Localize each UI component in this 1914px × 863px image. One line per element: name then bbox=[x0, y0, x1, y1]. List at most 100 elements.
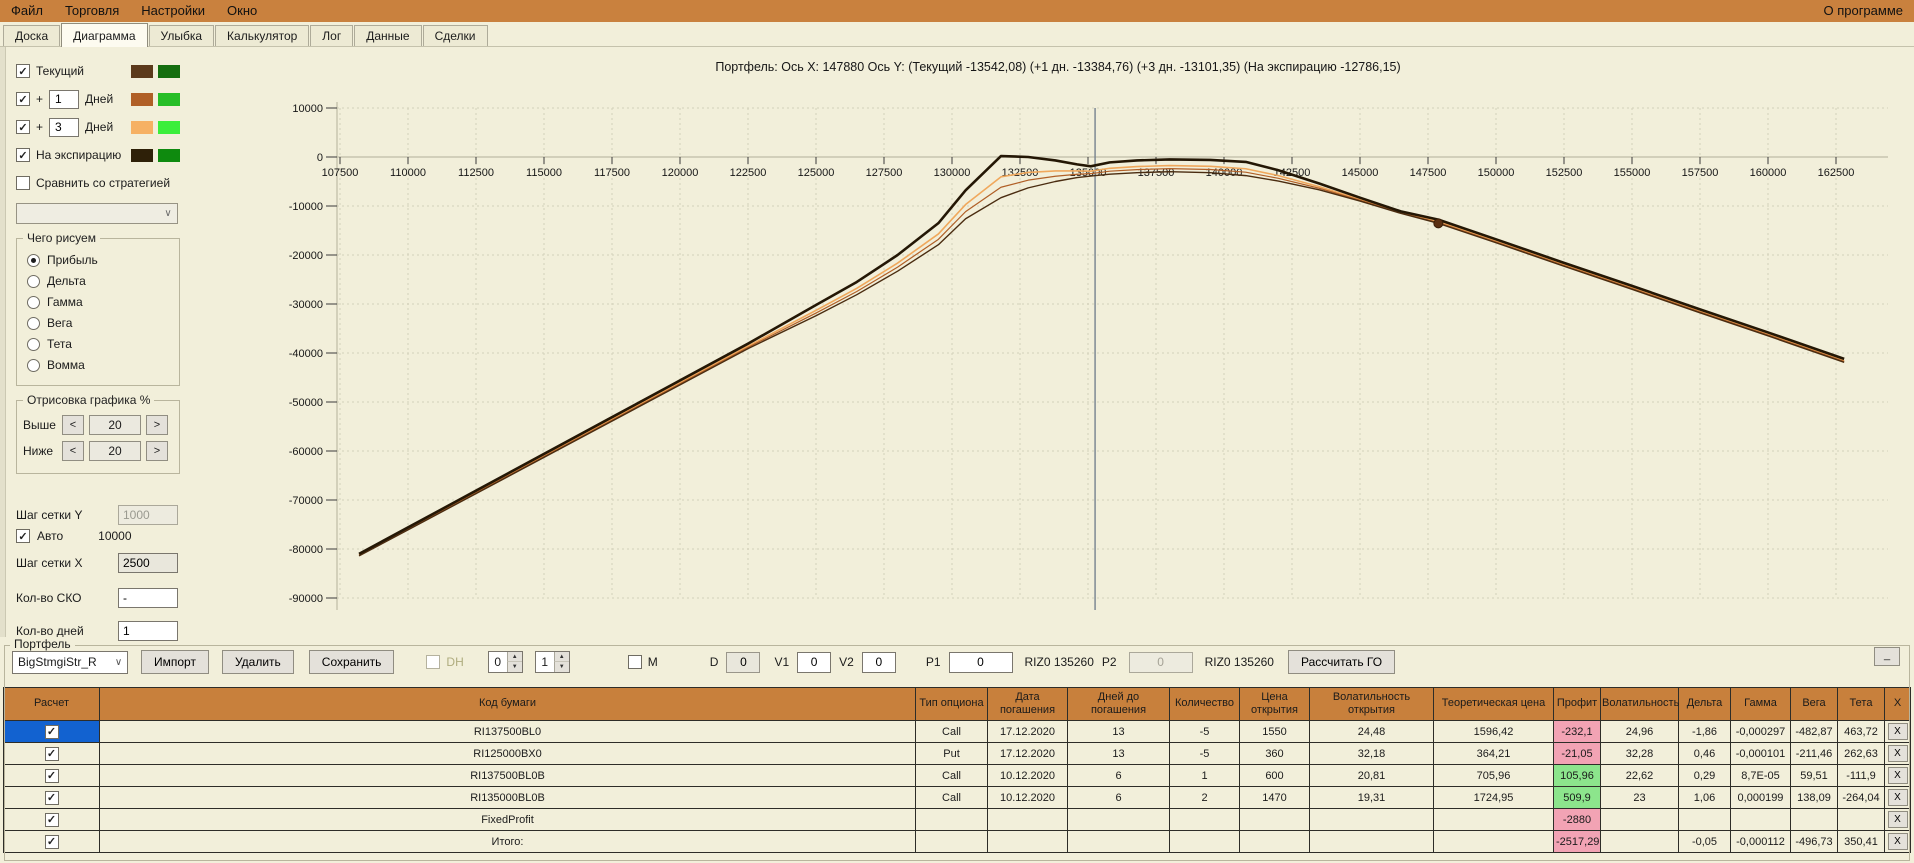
crosshair-marker bbox=[1433, 218, 1444, 229]
radio-profit[interactable] bbox=[27, 253, 40, 267]
tab-calculator[interactable]: Калькулятор bbox=[215, 25, 310, 46]
dh-spinner-2[interactable]: 1 ▲ ▼ bbox=[534, 651, 570, 673]
auto-grid-checkbox[interactable] bbox=[16, 529, 30, 543]
m-label: M bbox=[647, 655, 658, 669]
menu-settings[interactable]: Настройки bbox=[130, 0, 216, 22]
x-axis-tick-label: 127500 bbox=[866, 167, 903, 179]
import-button[interactable]: Импорт bbox=[141, 650, 209, 674]
expiration-series-label: На экспирацию bbox=[36, 148, 122, 162]
riz0-label-2: RIZ0 135260 bbox=[1204, 655, 1274, 669]
calc-go-button[interactable]: Рассчитать ГО bbox=[1287, 650, 1396, 674]
plus3-days-input[interactable] bbox=[49, 117, 80, 137]
riz0-label-1: RIZ0 135260 bbox=[1024, 655, 1094, 669]
grid-step-x-input[interactable] bbox=[118, 552, 178, 573]
plus3-series-swatches bbox=[131, 120, 180, 134]
plus1-series-checkbox[interactable] bbox=[16, 92, 30, 106]
tab-data[interactable]: Данные bbox=[354, 25, 422, 46]
grid-step-y-row: Шаг сетки Y bbox=[16, 504, 178, 525]
auto-grid-label: Авто bbox=[37, 529, 64, 543]
expiration-line-color-swatch bbox=[131, 148, 153, 162]
tab-trades[interactable]: Сделки bbox=[422, 25, 488, 46]
tab-smile[interactable]: Улыбка bbox=[148, 25, 215, 46]
radio-theta-label: Тета bbox=[47, 337, 72, 351]
radio-gamma-row: Гамма bbox=[27, 295, 171, 309]
plus-label: + bbox=[36, 92, 44, 106]
auto-grid-row: Авто 10000 bbox=[16, 529, 178, 543]
y-axis-tick-label: -30000 bbox=[289, 299, 323, 311]
x-axis-tick-label: 142500 bbox=[1274, 167, 1311, 179]
y-axis-tick-label: 10000 bbox=[292, 103, 323, 115]
below-increase-button[interactable]: > bbox=[146, 441, 168, 461]
sko-input[interactable] bbox=[118, 587, 178, 608]
above-increase-button[interactable]: > bbox=[146, 415, 168, 435]
spin-up-icon[interactable]: ▲ bbox=[506, 652, 522, 662]
menu-file[interactable]: Файл bbox=[0, 0, 54, 22]
radio-delta-row: Дельта bbox=[27, 274, 171, 288]
strategy-combobox-value: BigStmgiStr_R bbox=[18, 655, 97, 669]
above-value: 20 bbox=[89, 415, 141, 435]
series-current-line bbox=[358, 170, 1845, 557]
radio-delta[interactable] bbox=[27, 274, 40, 288]
compare-strategy-checkbox[interactable] bbox=[16, 176, 30, 190]
radio-gamma-label: Гамма bbox=[47, 295, 83, 309]
current-series-checkbox[interactable] bbox=[16, 64, 30, 78]
plus1-series-swatches bbox=[131, 92, 180, 106]
d-input[interactable] bbox=[726, 651, 761, 673]
radio-gamma[interactable] bbox=[27, 295, 40, 309]
d-label: D bbox=[709, 655, 719, 669]
delete-button[interactable]: Удалить bbox=[221, 650, 294, 674]
y-axis-tick-label: -90000 bbox=[289, 593, 323, 605]
above-decrease-button[interactable]: < bbox=[62, 415, 84, 435]
v2-input[interactable] bbox=[861, 651, 896, 673]
x-axis-tick-label: 145000 bbox=[1342, 167, 1379, 179]
current-series-row: Текущий bbox=[16, 61, 180, 81]
radio-delta-label: Дельта bbox=[47, 274, 86, 288]
tab-board[interactable]: Доска bbox=[3, 25, 61, 46]
y-axis-tick-label: -80000 bbox=[289, 544, 323, 556]
expiration-alt-color-swatch bbox=[158, 148, 180, 162]
m-checkbox[interactable] bbox=[627, 655, 642, 669]
p1-input[interactable] bbox=[948, 651, 1013, 673]
menu-window[interactable]: Окно bbox=[216, 0, 268, 22]
dh-label: DH bbox=[446, 655, 464, 669]
collapse-panel-button[interactable]: _ bbox=[1874, 647, 1900, 666]
dh-spinner-1[interactable]: 0 ▲ ▼ bbox=[487, 651, 523, 673]
radio-vega[interactable] bbox=[27, 316, 40, 330]
tab-log[interactable]: Лог bbox=[310, 25, 354, 46]
expiration-series-checkbox[interactable] bbox=[16, 148, 30, 162]
x-axis-tick-label: 130000 bbox=[934, 167, 971, 179]
portfolio-panel: Портфель BigStmgiStr_R ∨ Импорт Удалить … bbox=[0, 637, 1914, 863]
menu-about[interactable]: О программе bbox=[1812, 0, 1914, 22]
p2-input[interactable] bbox=[1128, 651, 1193, 673]
spin-up-icon[interactable]: ▲ bbox=[553, 652, 569, 662]
chevron-down-icon: ∨ bbox=[164, 208, 172, 219]
dh-checkbox[interactable] bbox=[426, 655, 441, 669]
spin-down-icon[interactable]: ▼ bbox=[506, 662, 522, 672]
below-decrease-button[interactable]: < bbox=[62, 441, 84, 461]
menu-trading[interactable]: Торговля bbox=[54, 0, 130, 22]
profit-chart[interactable]: 10000 0 -10000 -20000 -30000 -40000 -50000 -600… bbox=[188, 47, 1914, 637]
render-percent-group: Отрисовка графика % Выше < 20 > Ниже < 2… bbox=[16, 393, 180, 474]
portfolio-toolbar: BigStmgiStr_R ∨ Импорт Удалить Сохранить… bbox=[6, 645, 1914, 679]
above-label: Выше bbox=[23, 418, 56, 432]
radio-vomma[interactable] bbox=[27, 358, 40, 372]
x-axis-tick-label: 112500 bbox=[458, 167, 494, 179]
plus3-series-checkbox[interactable] bbox=[16, 120, 30, 134]
tab-diagram[interactable]: Диаграмма bbox=[61, 23, 148, 47]
below-value: 20 bbox=[89, 441, 141, 461]
grid-step-y-input[interactable] bbox=[118, 504, 178, 525]
x-axis-tick-label: 150000 bbox=[1478, 167, 1515, 179]
expiration-series-row: На экспирацию bbox=[16, 145, 180, 165]
strategy-combobox[interactable]: BigStmgiStr_R ∨ bbox=[12, 650, 128, 674]
plus3-days-label: Дней bbox=[85, 120, 114, 134]
p2-label: P2 bbox=[1101, 655, 1117, 669]
compare-strategy-combobox[interactable]: ∨ bbox=[16, 203, 178, 224]
dh-spinner-2-value: 1 bbox=[541, 655, 549, 669]
y-axis-tick-label: -50000 bbox=[289, 397, 323, 409]
plus1-days-input[interactable] bbox=[49, 89, 80, 109]
spin-down-icon[interactable]: ▼ bbox=[553, 662, 569, 672]
chart-title: Портфель: Ось X: 147880 Ось Y: (Текущий … bbox=[715, 60, 1400, 74]
save-button[interactable]: Сохранить bbox=[308, 650, 395, 674]
radio-theta[interactable] bbox=[27, 337, 40, 351]
v1-input[interactable] bbox=[797, 651, 832, 673]
